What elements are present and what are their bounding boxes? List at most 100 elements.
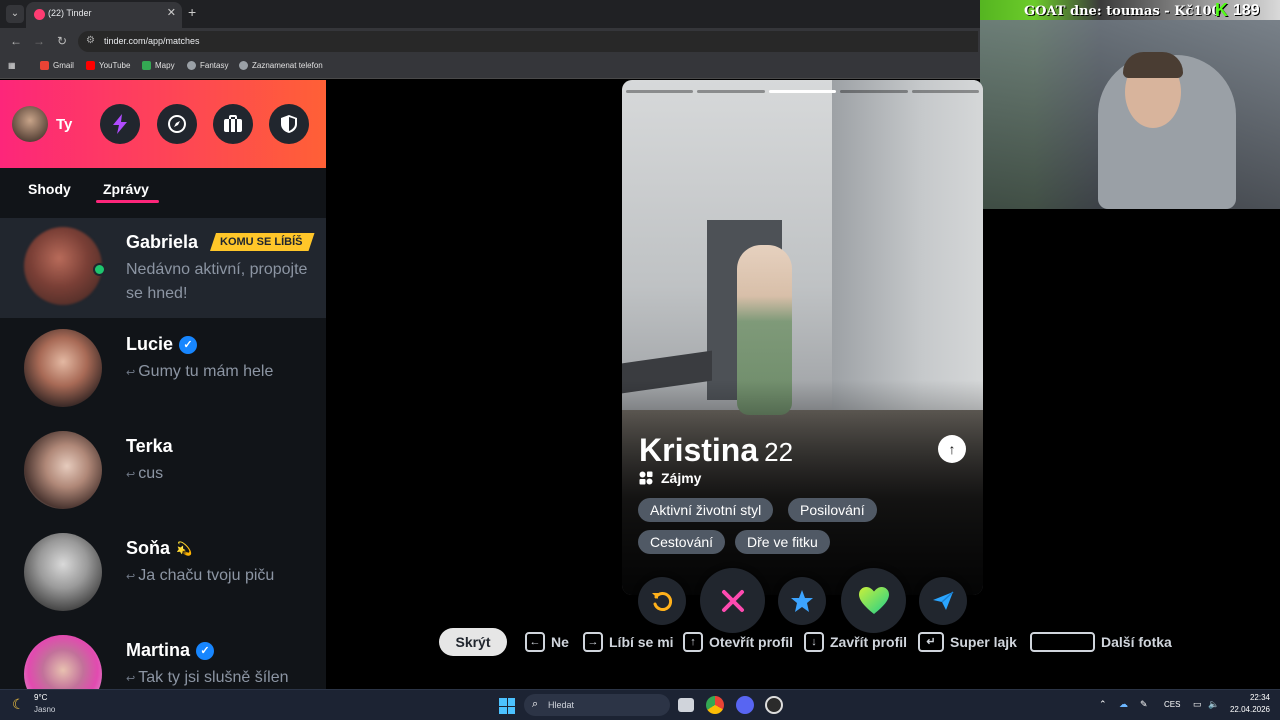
browser-tab[interactable]: (22) Tinder ✕ xyxy=(26,2,182,28)
hint-like: → Líbí se mi xyxy=(583,632,674,652)
profile-age: 22 xyxy=(764,437,794,467)
new-tab-button[interactable]: + xyxy=(188,4,196,20)
webcam-overlay: GOAT dne: toumas - Kč100 K 189 xyxy=(980,0,1280,209)
close-tab-icon[interactable]: ✕ xyxy=(167,6,176,19)
bookmark-youtube[interactable]: YouTube xyxy=(86,61,130,70)
clock-time[interactable]: 22:34 xyxy=(1238,693,1270,702)
tray-overflow-icon[interactable]: ⌃ xyxy=(1099,699,1107,710)
clock-date[interactable]: 22.04.2026 xyxy=(1228,705,1270,714)
bookmark-mapy[interactable]: Mapy xyxy=(142,61,175,70)
weather-description[interactable]: Jasno xyxy=(34,705,55,714)
match-name: Lucie ✓ xyxy=(126,334,198,355)
bookmark-fantasy[interactable]: Fantasy xyxy=(187,61,228,70)
match-avatar[interactable] xyxy=(24,635,102,689)
profile-card[interactable]: Kristina 22 ↑ Zájmy Aktivní životní styl … xyxy=(622,80,983,595)
card-gradient xyxy=(622,380,983,595)
match-avatar[interactable] xyxy=(24,329,102,407)
match-item-terka[interactable]: Terka ↩ cus xyxy=(0,422,326,522)
weather-temperature[interactable]: 9°C xyxy=(34,693,47,702)
forward-icon[interactable]: → xyxy=(33,34,45,48)
tab-title: (22) Tinder xyxy=(48,8,92,18)
match-message: ↩ Tak ty jsi slušně šílen xyxy=(126,669,289,686)
photo-indicator-active[interactable] xyxy=(768,90,837,93)
compass-icon xyxy=(168,115,186,133)
bookmarks-bar: ▦ Gmail YouTube Mapy Fantasy Zaznamenat … xyxy=(0,55,980,79)
matches-sidebar: Ty Shody Zprávy Gabriela Nedávno aktivní… xyxy=(0,80,326,689)
bookmark-gmail[interactable]: Gmail xyxy=(40,61,74,70)
globe-icon xyxy=(187,61,196,70)
windows-start-icon[interactable] xyxy=(499,698,515,714)
match-item-lucie[interactable]: Lucie ✓ ↩ Gumy tu mám hele xyxy=(0,320,326,420)
rewind-button[interactable] xyxy=(638,577,686,625)
hint-super-like: ↵ Super lajk xyxy=(918,632,1017,652)
site-info-icon[interactable]: ⚙ xyxy=(86,35,95,46)
tab-matches[interactable]: Shody xyxy=(28,181,71,197)
interest-chip: Posilování xyxy=(788,498,877,522)
match-item-martina[interactable]: Martina ✓ ↩ Tak ty jsi slušně šílen xyxy=(0,626,326,689)
arrow-up-key-icon: ↑ xyxy=(683,632,703,652)
back-icon[interactable]: ← xyxy=(10,34,22,48)
photo-indicator[interactable] xyxy=(697,90,765,93)
super-like-button[interactable] xyxy=(778,577,826,625)
search-icon: ⌕ xyxy=(532,698,539,710)
explore-button[interactable] xyxy=(157,104,197,144)
my-profile-label[interactable]: Ty xyxy=(56,116,72,133)
match-message: ↩ Ja chaču tvoju piču xyxy=(126,567,275,584)
tab-search-button[interactable]: ⌄ xyxy=(6,5,24,23)
hide-hints-button[interactable]: Skrýt xyxy=(439,628,507,656)
url-field[interactable]: ⚙ tinder.com/app/matches xyxy=(78,31,978,52)
task-view-icon[interactable] xyxy=(678,698,694,712)
discord-icon[interactable] xyxy=(736,696,754,714)
enter-key-icon: ↵ xyxy=(918,632,944,652)
maps-icon xyxy=(142,61,151,70)
safety-button[interactable] xyxy=(269,104,309,144)
shield-icon xyxy=(281,115,297,133)
boost-send-button[interactable] xyxy=(919,577,967,625)
youtube-icon xyxy=(86,61,95,70)
match-avatar[interactable] xyxy=(24,227,102,305)
like-icon xyxy=(858,586,889,614)
cloud-icon[interactable]: ☁ xyxy=(1119,699,1128,710)
reply-icon: ↩ xyxy=(126,469,136,481)
webcam-caption: GOAT dne: toumas - Kč100 xyxy=(1024,4,1221,19)
nope-icon xyxy=(721,589,744,612)
steam-icon[interactable] xyxy=(765,696,783,714)
moon-weather-icon[interactable]: ☾ xyxy=(12,696,25,713)
match-message: ↩ Gumy tu mám hele xyxy=(126,363,274,380)
work-button[interactable] xyxy=(213,104,253,144)
photo-indicator[interactable] xyxy=(626,90,694,93)
address-bar-row: ← → ↻ ⚙ tinder.com/app/matches xyxy=(0,28,980,55)
network-icon[interactable]: ▭ xyxy=(1193,699,1202,710)
language-indicator[interactable]: CES xyxy=(1164,700,1180,709)
interests-icon xyxy=(639,471,653,485)
open-profile-icon[interactable]: ↑ xyxy=(938,435,966,463)
volume-icon[interactable]: 🔈 xyxy=(1208,699,1219,710)
boost-button[interactable] xyxy=(100,104,140,144)
search-placeholder: Hledat xyxy=(548,700,575,710)
bookmark-zaznamenat[interactable]: Zaznamenat telefon xyxy=(239,61,323,70)
kick-logo-icon: K xyxy=(1215,0,1228,20)
match-avatar[interactable] xyxy=(24,431,102,509)
photo-progress xyxy=(626,90,980,94)
webcam-streamer-hair xyxy=(1123,52,1183,78)
taskbar-search[interactable]: ⌕ Hledat xyxy=(524,694,670,716)
match-name: Soňa 💫 xyxy=(126,538,193,558)
boost-icon xyxy=(933,591,954,610)
like-button[interactable] xyxy=(841,568,906,633)
reload-icon[interactable]: ↻ xyxy=(57,34,67,48)
my-profile-avatar[interactable] xyxy=(12,106,48,142)
photo-indicator[interactable] xyxy=(840,90,908,93)
match-avatar[interactable] xyxy=(24,533,102,611)
chrome-icon[interactable] xyxy=(706,696,724,714)
photo-indicator[interactable] xyxy=(911,90,980,93)
match-message: Nedávno aktivní, propojte se hned! xyxy=(126,261,308,302)
hint-next-photo: Další fotka xyxy=(1030,632,1172,652)
pen-icon[interactable]: ✎ xyxy=(1140,699,1148,710)
apps-grid-icon[interactable]: ▦ xyxy=(8,61,16,70)
tab-messages[interactable]: Zprávy xyxy=(103,181,149,197)
gmail-icon xyxy=(40,61,49,70)
match-name: Terka xyxy=(126,436,173,456)
briefcase-icon xyxy=(224,115,242,132)
match-item-sona[interactable]: Soňa 💫 ↩ Ja chaču tvoju piču xyxy=(0,524,326,624)
nope-button[interactable] xyxy=(700,568,765,633)
